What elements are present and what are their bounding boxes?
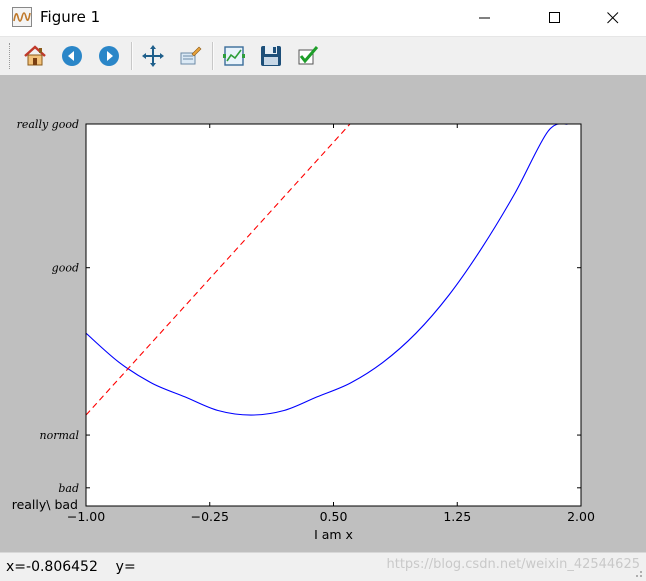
axes-background: [86, 124, 581, 506]
navigation-toolbar: [0, 37, 646, 75]
cursor-coordinates: x=-0.806452 y=: [6, 559, 136, 575]
pan-button[interactable]: [138, 41, 168, 71]
y-tick-label: normal: [40, 429, 80, 442]
x-tick-label: −0.25: [191, 509, 229, 524]
minimize-icon: [479, 17, 490, 19]
resize-grip-icon[interactable]: [633, 568, 643, 578]
zoom-button[interactable]: [175, 41, 205, 71]
back-button[interactable]: [57, 41, 87, 71]
status-bar: x=-0.806452 y= https://blog.csdn.net/wei…: [0, 552, 646, 581]
title-bar: Figure 1: [0, 0, 646, 37]
subplots-button[interactable]: [219, 41, 249, 71]
x-tick-label: 1.25: [443, 509, 471, 524]
minimize-button[interactable]: [462, 0, 508, 36]
x-tick-label: 2.00: [567, 509, 595, 524]
close-button[interactable]: [590, 0, 636, 36]
move-icon: [142, 45, 164, 67]
plot-svg[interactable]: −1.00 −0.25 0.50 1.25 2.00really\ badbadnorm…: [0, 75, 646, 552]
save-button[interactable]: [256, 41, 286, 71]
y-tick-label: really\ bad: [12, 497, 78, 512]
y-tick-label: good: [52, 262, 79, 275]
arrow-left-icon: [62, 46, 82, 66]
edit-axis-button[interactable]: [293, 41, 323, 71]
x-tick-label: 0.50: [320, 509, 348, 524]
figure-canvas[interactable]: −1.00 −0.25 0.50 1.25 2.00 really\ bad bad norm…: [0, 75, 646, 552]
window-title: Figure 1: [40, 8, 101, 26]
floppy-disk-icon: [261, 46, 281, 66]
arrow-right-icon: [99, 46, 119, 66]
toolbar-grip[interactable]: [9, 43, 12, 69]
home-button[interactable]: [20, 41, 50, 71]
close-icon: [607, 12, 619, 24]
maximize-button[interactable]: [532, 0, 578, 36]
figure-app-icon: [12, 7, 32, 27]
x-axis-label: I am x: [314, 527, 353, 542]
subplots-icon: [223, 46, 245, 66]
home-icon: [24, 45, 46, 66]
zoom-rect-icon: [180, 46, 202, 65]
check-icon: [298, 46, 319, 65]
forward-button[interactable]: [94, 41, 124, 71]
watermark-text: https://blog.csdn.net/weixin_42544625: [386, 557, 640, 572]
y-tick-label: really good: [17, 118, 79, 131]
y-tick-label: bad: [58, 482, 79, 495]
toolbar-separator: [131, 42, 133, 70]
toolbar-separator: [212, 42, 214, 70]
maximize-icon: [549, 12, 560, 23]
